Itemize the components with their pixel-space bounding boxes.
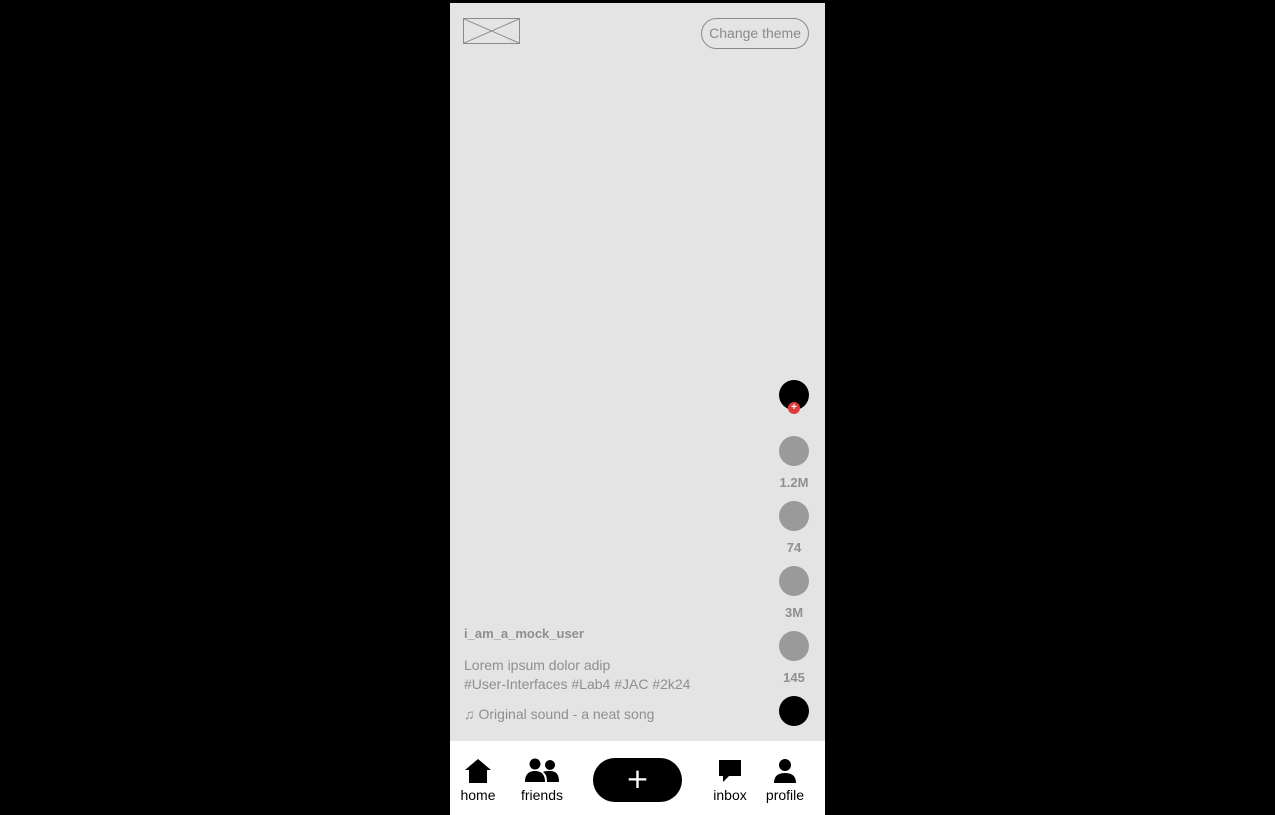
- comment-action[interactable]: 74: [777, 501, 811, 556]
- music-disc-icon[interactable]: [779, 696, 809, 726]
- create-post-button[interactable]: +: [593, 758, 682, 802]
- share-action[interactable]: 145: [777, 631, 811, 686]
- bookmark-count: 3M: [784, 605, 804, 620]
- plus-icon: +: [625, 762, 650, 795]
- like-icon[interactable]: [779, 436, 809, 466]
- inbox-icon: [719, 760, 741, 782]
- nav-inbox[interactable]: inbox: [711, 758, 749, 803]
- follow-plus-icon[interactable]: +: [788, 402, 800, 414]
- share-count: 145: [783, 670, 805, 685]
- profile-icon: [774, 759, 796, 783]
- video-caption: i_am_a_mock_user Lorem ipsum dolor adip …: [464, 625, 764, 724]
- video-description: Lorem ipsum dolor adip #User-Interfaces …: [464, 656, 764, 694]
- comment-icon[interactable]: [779, 501, 809, 531]
- username[interactable]: i_am_a_mock_user: [464, 625, 764, 643]
- home-icon: [465, 759, 491, 783]
- hashtags[interactable]: #User-Interfaces #Lab4 #JAC #2k24: [464, 675, 764, 694]
- nav-friends-label: friends: [520, 787, 564, 803]
- share-icon[interactable]: [779, 631, 809, 661]
- like-action[interactable]: 1.2M: [777, 436, 811, 491]
- like-count: 1.2M: [779, 475, 809, 490]
- nav-inbox-label: inbox: [713, 787, 747, 803]
- image-placeholder-icon: [463, 18, 520, 44]
- bookmark-action[interactable]: 3M: [777, 566, 811, 621]
- bookmark-icon[interactable]: [779, 566, 809, 596]
- nav-profile[interactable]: profile: [765, 758, 805, 803]
- nav-profile-label: profile: [765, 787, 805, 803]
- change-theme-button[interactable]: Change theme: [701, 18, 809, 49]
- bottom-navigation: home friends + inbox profile: [450, 741, 825, 815]
- music-note-icon: ♫: [464, 706, 475, 722]
- comment-count: 74: [786, 540, 802, 555]
- sound-info[interactable]: ♫ Original sound - a neat song: [464, 705, 764, 724]
- nav-home[interactable]: home: [460, 758, 496, 803]
- nav-home-label: home: [460, 787, 496, 803]
- friends-icon: [525, 758, 559, 782]
- sound-title: Original sound - a neat song: [478, 706, 655, 722]
- nav-friends[interactable]: friends: [519, 758, 565, 803]
- video-feed-screen: Change theme + 1.2M 74 3M 145 i_am_a_moc…: [450, 3, 825, 815]
- description-text: Lorem ipsum dolor adip: [464, 657, 611, 673]
